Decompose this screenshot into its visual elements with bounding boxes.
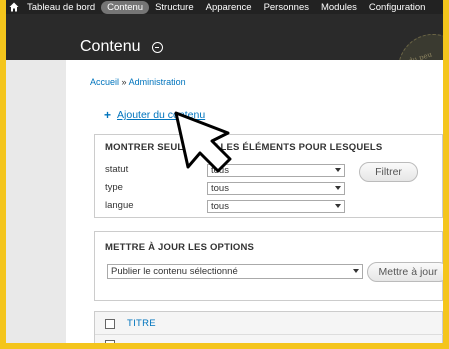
type-label: type: [105, 182, 123, 193]
language-label: langue: [105, 200, 134, 211]
table-row-divider: [95, 334, 443, 335]
type-select[interactable]: tous: [207, 182, 345, 195]
update-options-panel: METTRE À JOUR LES OPTIONS Publier le con…: [94, 231, 443, 301]
toolbar-item-appearance[interactable]: Apparence: [200, 1, 258, 14]
collapse-icon[interactable]: [152, 42, 163, 53]
toolbar-item-content[interactable]: Contenu: [101, 0, 150, 14]
home-icon[interactable]: [6, 0, 21, 14]
breadcrumb-admin-link[interactable]: Administration: [129, 77, 186, 87]
toolbar-item-configuration[interactable]: Configuration: [363, 1, 432, 14]
content-table: TITRE: [94, 311, 443, 343]
toolbar-item-people[interactable]: Personnes: [258, 1, 315, 14]
update-options-heading: METTRE À JOUR LES OPTIONS: [105, 242, 255, 253]
toolbar-item-structure[interactable]: Structure: [149, 1, 200, 14]
plus-icon: +: [104, 108, 112, 122]
breadcrumb: Accueil » Administration: [90, 77, 186, 87]
filter-panel: MONTRER SEULEMENT LES ÉLÉMENTS POUR LESQ…: [94, 134, 443, 218]
breadcrumb-separator: »: [121, 77, 127, 87]
language-select-value: tous: [211, 201, 229, 212]
column-header-title[interactable]: TITRE: [127, 318, 156, 329]
update-action-select[interactable]: Publier le contenu sélectionné: [107, 264, 363, 279]
content-region: Accueil » Administration + Ajouter du co…: [66, 60, 443, 343]
toolbar-item-dashboard[interactable]: Tableau de bord: [21, 1, 101, 14]
screen-frame: Tableau de bord Contenu Structure Appare…: [6, 0, 443, 343]
filter-heading: MONTRER SEULEMENT LES ÉLÉMENTS POUR LESQ…: [105, 142, 383, 153]
filter-button[interactable]: Filtrer: [359, 162, 418, 182]
chevron-down-icon: [353, 269, 359, 273]
toolbar-item-modules[interactable]: Modules: [315, 1, 363, 14]
status-label: statut: [105, 164, 129, 175]
breadcrumb-home-link[interactable]: Accueil: [90, 77, 119, 87]
admin-toolbar: Tableau de bord Contenu Structure Appare…: [6, 0, 443, 14]
chevron-down-icon: [335, 168, 341, 172]
type-select-value: tous: [211, 183, 229, 194]
language-select[interactable]: tous: [207, 200, 345, 213]
mouse-cursor-icon: [174, 111, 232, 173]
chevron-down-icon: [335, 186, 341, 190]
update-button[interactable]: Mettre à jour: [367, 262, 443, 282]
row-checkbox[interactable]: [105, 340, 115, 343]
page-title: Contenu: [80, 38, 141, 55]
select-all-checkbox[interactable]: [105, 319, 115, 329]
page-header: du peu: [6, 14, 443, 60]
update-action-select-value: Publier le contenu sélectionné: [111, 266, 238, 277]
chevron-down-icon: [335, 204, 341, 208]
